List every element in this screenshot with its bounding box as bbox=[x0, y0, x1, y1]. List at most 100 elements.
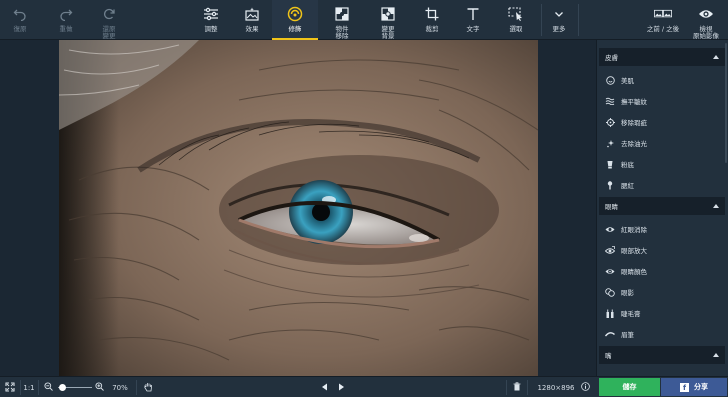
bottom-bar: 1:1 70% 1280×896 儲存 f 分享 bbox=[0, 376, 728, 397]
panel-scrollbar[interactable] bbox=[725, 43, 727, 163]
hand-icon bbox=[143, 382, 153, 394]
section-title-mouth: 嘴 bbox=[605, 352, 612, 360]
change-background-icon bbox=[379, 5, 397, 23]
mascara-icon bbox=[605, 308, 615, 318]
bottom-divider bbox=[527, 380, 528, 395]
photo-canvas[interactable] bbox=[59, 40, 538, 376]
chevron-up-icon bbox=[713, 204, 719, 208]
view-original-button[interactable]: 檢視 原始影像 bbox=[690, 0, 722, 40]
smile-icon bbox=[605, 75, 615, 85]
palette-icon bbox=[605, 287, 615, 297]
retouch-panel: 皮膚 美肌 撫平皺紋 移除瑕疵 去除油光 粉底 腮紅 眼睛 紅眼消除 眼部放大 … bbox=[596, 40, 728, 376]
panel-item-label: 腮紅 bbox=[621, 182, 634, 190]
zoom-level: 70% bbox=[110, 377, 130, 397]
panel-item-blush[interactable]: 腮紅 bbox=[599, 175, 725, 195]
text-tool[interactable]: 文字 bbox=[460, 0, 486, 40]
panel-item-eye-color[interactable]: 眼睛顏色 bbox=[599, 261, 725, 281]
before-after-button[interactable]: 之前 / 之後 bbox=[640, 0, 686, 40]
adjust-label: 調整 bbox=[204, 25, 218, 33]
previous-image-button[interactable] bbox=[318, 377, 330, 397]
select-tool[interactable]: 選取 bbox=[501, 0, 531, 40]
chevron-up-icon bbox=[713, 55, 719, 59]
next-image-button[interactable] bbox=[335, 377, 347, 397]
restore-changes-button[interactable]: 還原 變更 bbox=[96, 0, 122, 40]
retouch-icon bbox=[286, 5, 304, 23]
panel-item-eyebrow[interactable]: 眉筆 bbox=[599, 324, 725, 344]
panel-item-eye-enlarge[interactable]: 眼部放大 bbox=[599, 240, 725, 260]
effects-tool[interactable]: 效果 bbox=[237, 0, 267, 40]
panel-item-smooth-skin[interactable]: 美肌 bbox=[599, 70, 725, 90]
section-title-eyes: 眼睛 bbox=[605, 203, 618, 211]
panel-item-label: 粉底 bbox=[621, 161, 634, 169]
text-icon bbox=[464, 5, 482, 23]
panel-item-label: 紅眼消除 bbox=[621, 226, 647, 234]
info-button[interactable] bbox=[578, 377, 592, 397]
toolbar-divider bbox=[541, 4, 542, 36]
trash-icon bbox=[513, 382, 521, 393]
canvas-area bbox=[0, 40, 595, 376]
before-after-icon bbox=[654, 5, 672, 23]
eye-icon bbox=[605, 224, 615, 234]
eye-photo-image bbox=[59, 40, 538, 376]
undo-icon bbox=[11, 5, 29, 23]
waves-icon bbox=[605, 96, 615, 106]
panel-item-shine[interactable]: 去除油光 bbox=[599, 133, 725, 153]
top-toolbar: 復原 重做 還原 變更 調整 效果 修飾 物件 移除 變更 背景 裁剪 文字 選… bbox=[0, 0, 728, 40]
retouch-tool[interactable]: 修飾 bbox=[272, 0, 318, 40]
panel-item-red-eye[interactable]: 紅眼消除 bbox=[599, 219, 725, 239]
panel-item-label: 眼部放大 bbox=[621, 247, 647, 255]
crop-tool[interactable]: 裁剪 bbox=[419, 0, 445, 40]
change-background-tool[interactable]: 變更 背景 bbox=[372, 0, 404, 40]
redo-button[interactable]: 重做 bbox=[52, 0, 80, 40]
section-header-skin[interactable]: 皮膚 bbox=[599, 48, 725, 66]
share-button-label: 分享 bbox=[694, 383, 708, 391]
undo-button[interactable]: 復原 bbox=[6, 0, 34, 40]
zoom-level-value: 70% bbox=[112, 383, 128, 392]
section-title-skin: 皮膚 bbox=[605, 54, 618, 62]
panel-item-wrinkles[interactable]: 撫平皺紋 bbox=[599, 91, 725, 111]
pan-tool-button[interactable] bbox=[142, 377, 154, 397]
foundation-icon bbox=[605, 159, 615, 169]
panel-item-label: 眼睛顏色 bbox=[621, 268, 647, 276]
panel-item-eye-shadow[interactable]: 眼影 bbox=[599, 282, 725, 302]
facebook-icon: f bbox=[680, 382, 689, 392]
bottom-divider bbox=[38, 380, 39, 395]
info-icon bbox=[580, 382, 590, 393]
crop-label: 裁剪 bbox=[425, 25, 439, 33]
restore-label: 還原 變更 bbox=[102, 25, 116, 40]
share-button[interactable]: f 分享 bbox=[661, 378, 727, 396]
bottom-divider bbox=[136, 380, 137, 395]
panel-item-label: 美肌 bbox=[621, 77, 634, 85]
save-button[interactable]: 儲存 bbox=[599, 378, 660, 396]
section-header-mouth[interactable]: 嘴 bbox=[599, 346, 725, 364]
retouch-label: 修飾 bbox=[288, 25, 302, 33]
panel-item-label: 移除瑕疵 bbox=[621, 119, 647, 127]
eyebrow-icon bbox=[605, 329, 615, 339]
delete-button[interactable] bbox=[511, 377, 523, 397]
zoom-out-button[interactable] bbox=[42, 377, 54, 397]
fit-screen-button[interactable] bbox=[2, 377, 18, 397]
before-after-label: 之前 / 之後 bbox=[646, 25, 680, 33]
zoom-in-button[interactable] bbox=[93, 377, 105, 397]
actual-size-label: 1:1 bbox=[23, 383, 35, 392]
bottom-divider bbox=[506, 380, 507, 395]
panel-item-label: 睫毛膏 bbox=[621, 310, 641, 318]
more-tools-button[interactable]: 更多 bbox=[546, 0, 572, 40]
adjust-tool[interactable]: 調整 bbox=[196, 0, 226, 40]
remove-object-tool[interactable]: 物件 移除 bbox=[326, 0, 358, 40]
panel-item-label: 眉筆 bbox=[621, 331, 634, 339]
image-dimensions: 1280×896 bbox=[536, 377, 576, 397]
actual-size-button[interactable]: 1:1 bbox=[22, 377, 36, 397]
eye-enlarge-icon bbox=[605, 245, 615, 255]
change-background-label: 變更 背景 bbox=[381, 25, 395, 40]
panel-item-blemish[interactable]: 移除瑕疵 bbox=[599, 112, 725, 132]
effects-label: 效果 bbox=[245, 25, 259, 33]
panel-item-mascara[interactable]: 睫毛膏 bbox=[599, 303, 725, 323]
refresh-icon bbox=[100, 5, 118, 23]
panel-item-foundation[interactable]: 粉底 bbox=[599, 154, 725, 174]
zoom-slider-handle[interactable] bbox=[59, 384, 66, 391]
select-label: 選取 bbox=[509, 25, 523, 33]
eye-color-icon bbox=[605, 266, 615, 276]
remove-object-label: 物件 移除 bbox=[335, 25, 349, 40]
section-header-eyes[interactable]: 眼睛 bbox=[599, 197, 725, 215]
